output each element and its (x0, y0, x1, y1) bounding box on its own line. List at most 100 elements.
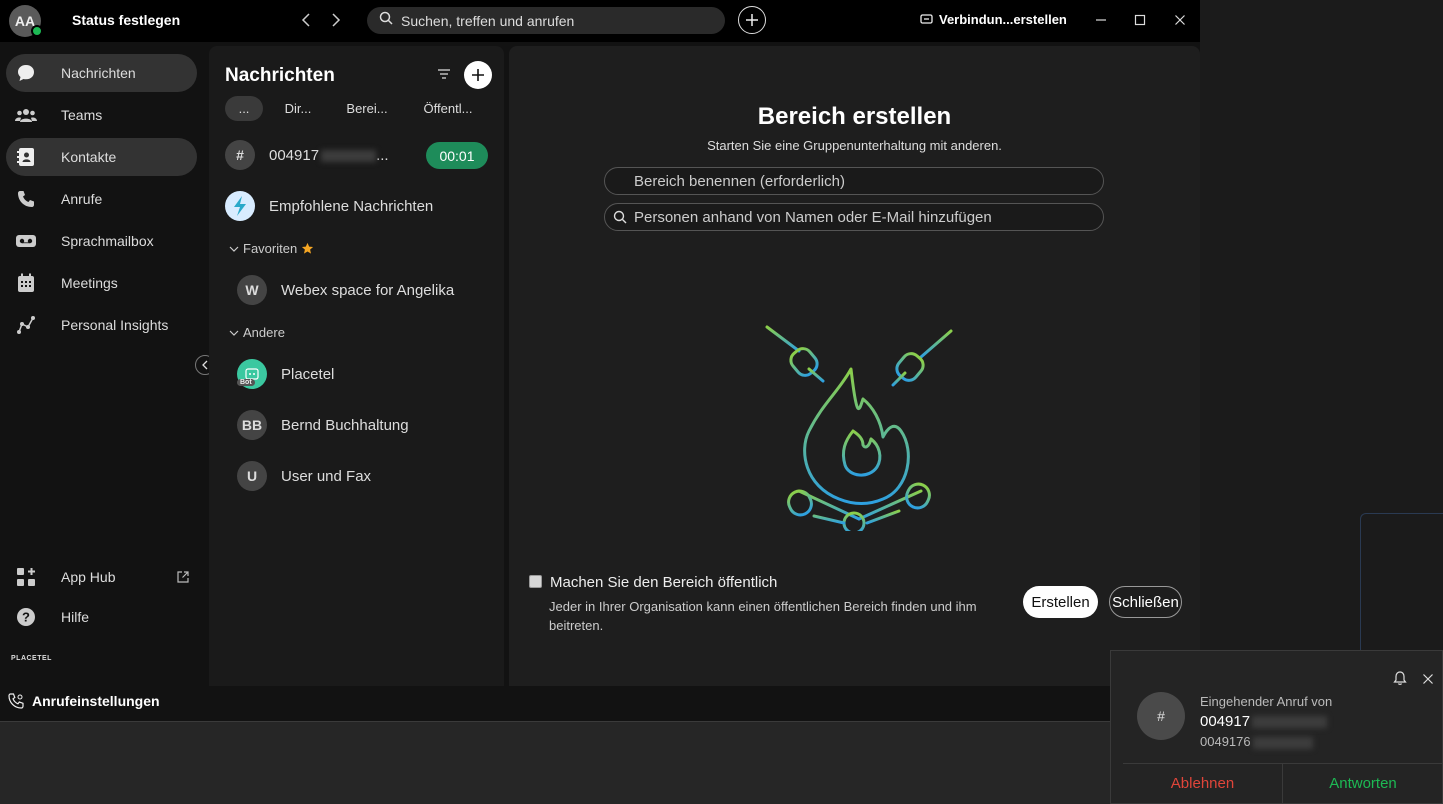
minimize-button[interactable] (1087, 8, 1115, 32)
plus-icon (472, 69, 484, 81)
sidebar-item-label: Personal Insights (61, 317, 169, 333)
voicemail-icon (15, 230, 37, 252)
space-name: Webex space for Angelika (281, 281, 455, 299)
new-action-button[interactable] (738, 6, 766, 34)
list-item[interactable]: W Webex space for Angelika (237, 270, 507, 310)
call-settings-label: Anrufeinstellungen (32, 693, 160, 709)
others-label: Andere (243, 325, 285, 340)
sidebar-item-label: Hilfe (61, 609, 90, 625)
sidebar-item-voicemail[interactable]: Sprachmailbox (6, 222, 197, 260)
incoming-call-heading: Eingehender Anruf von (1200, 694, 1333, 709)
campfire-illustration (759, 321, 959, 536)
space-name-input[interactable]: Bereich benennen (erforderlich) (604, 167, 1104, 195)
maximize-button[interactable] (1126, 8, 1154, 32)
call-settings-button[interactable]: Anrufeinstellungen (8, 693, 160, 709)
incoming-call-notification: # Eingehender Anruf von 004917 0049176 A… (1110, 650, 1443, 804)
sidebar-item-label: App Hub (61, 569, 116, 585)
new-message-button[interactable] (464, 61, 492, 89)
create-space-panel: Bereich erstellen Starten Sie eine Grupp… (509, 46, 1200, 686)
star-icon (302, 242, 314, 254)
sidebar-item-label: Meetings (61, 275, 118, 291)
add-people-input[interactable]: Personen anhand von Namen oder E-Mail hi… (604, 203, 1104, 231)
webex-app-window: AA Status festlegen Suchen, treffen und … (0, 0, 1200, 721)
back-arrow-icon[interactable] (296, 10, 316, 30)
sidebar: Nachrichten Teams Kontakte Anrufe Sprach… (0, 42, 205, 721)
sidebar-item-contacts[interactable]: Kontakte (6, 138, 197, 176)
contacts-icon (15, 146, 37, 168)
sidebar-item-label: Teams (61, 107, 103, 123)
tab-spaces[interactable]: Berei... (342, 96, 392, 121)
tab-all[interactable]: ... (225, 96, 263, 121)
global-search-input[interactable]: Suchen, treffen und anrufen (367, 7, 725, 34)
presence-indicator (31, 25, 43, 37)
contact-avatar: BB (237, 410, 267, 440)
others-section-header[interactable]: Andere (229, 325, 285, 340)
phone-icon (15, 188, 37, 210)
space-name-placeholder: Bereich benennen (erforderlich) (634, 172, 845, 190)
close-window-button[interactable] (1166, 8, 1194, 32)
recommended-label: Empfohlene Nachrichten (269, 197, 434, 215)
page-title: Bereich erstellen (757, 103, 952, 130)
sidebar-item-calls[interactable]: Anrufe (6, 180, 197, 218)
chevron-down-icon (229, 246, 239, 252)
call-timer-badge[interactable]: 00:01 (426, 142, 488, 169)
search-icon (613, 210, 627, 228)
tab-direct[interactable]: Dir... (279, 96, 317, 121)
add-people-placeholder: Personen anhand von Namen oder E-Mail hi… (634, 208, 992, 226)
sidebar-item-help[interactable]: ? Hilfe (6, 598, 197, 636)
chevron-left-icon (202, 360, 208, 370)
sidebar-item-meetings[interactable]: Meetings (6, 264, 197, 302)
tab-public[interactable]: Öffentl... (417, 96, 479, 121)
bot-avatar: Bot (237, 359, 267, 389)
caller-number-secondary: 0049176 (1200, 734, 1313, 749)
device-icon (920, 14, 933, 24)
app-grid-icon (15, 566, 37, 588)
phone-settings-icon (8, 693, 24, 709)
contact-avatar: U (237, 461, 267, 491)
space-name: User und Fax (281, 467, 372, 485)
set-status-button[interactable]: Status festlegen (72, 12, 180, 28)
chevron-down-icon (229, 330, 239, 336)
sidebar-item-label: Sprachmailbox (61, 233, 154, 249)
lightning-icon (225, 191, 255, 221)
space-name: Bernd Buchhaltung (281, 416, 409, 434)
recommended-messages-row[interactable]: Empfohlene Nachrichten (225, 186, 495, 226)
list-item[interactable]: U User und Fax (237, 456, 507, 496)
favorites-label: Favoriten (243, 241, 298, 256)
list-item[interactable]: BB Bernd Buchhaltung (237, 405, 507, 445)
sidebar-item-personal-insights[interactable]: Personal Insights (6, 306, 197, 344)
svg-text:?: ? (22, 610, 30, 625)
favorites-section-header[interactable]: Favoriten (229, 241, 314, 256)
active-call-number: 004917... (269, 146, 389, 164)
placetel-logo: PLACETEL (11, 655, 52, 662)
close-button[interactable]: Schließen (1109, 586, 1182, 618)
accept-button[interactable]: Antworten (1283, 763, 1443, 803)
help-icon: ? (15, 606, 37, 628)
insights-icon (15, 314, 37, 336)
calendar-icon (15, 272, 37, 294)
title-bar: AA Status festlegen Suchen, treffen und … (0, 0, 1200, 42)
messages-list-panel: Nachrichten ... Dir... Berei... Öffentl.… (209, 46, 504, 686)
sidebar-item-app-hub[interactable]: App Hub (6, 558, 197, 596)
sidebar-item-messages[interactable]: Nachrichten (6, 54, 197, 92)
page-subtitle: Starten Sie eine Gruppenunterhaltung mit… (707, 138, 1002, 153)
public-space-description: Jeder in Ihrer Organisation kann einen ö… (549, 599, 977, 633)
close-icon[interactable] (1422, 672, 1434, 690)
decline-button[interactable]: Ablehnen (1123, 763, 1283, 803)
list-item[interactable]: Bot Placetel (237, 354, 507, 394)
forward-arrow-icon[interactable] (326, 10, 346, 30)
public-space-checkbox[interactable] (529, 575, 542, 588)
connect-device-button[interactable]: Verbindun...erstellen (920, 12, 1067, 27)
create-button[interactable]: Erstellen (1023, 586, 1098, 618)
sidebar-item-label: Anrufe (61, 191, 103, 207)
external-link-icon (177, 570, 189, 588)
space-name: Placetel (281, 365, 335, 383)
plus-icon (746, 14, 758, 26)
space-avatar: W (237, 275, 267, 305)
chat-bubble-icon (15, 62, 37, 84)
bell-icon[interactable] (1393, 671, 1407, 691)
messages-title: Nachrichten (225, 65, 335, 86)
connect-label: Verbindun...erstellen (939, 12, 1067, 27)
sidebar-item-teams[interactable]: Teams (6, 96, 197, 134)
filter-icon[interactable] (437, 67, 451, 81)
